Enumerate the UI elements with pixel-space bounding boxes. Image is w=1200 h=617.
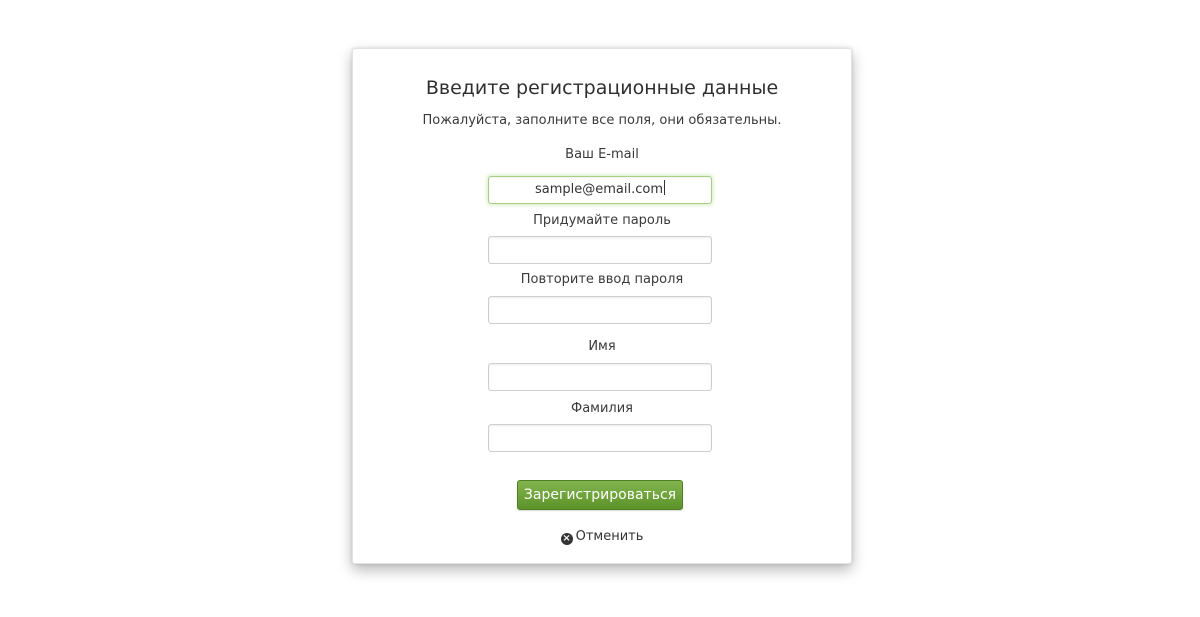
dialog-title: Введите регистрационные данные [425,77,779,99]
cancel-link[interactable]: × Отменить [353,528,851,546]
email-field[interactable] [488,176,712,204]
close-circle-icon: × [560,533,573,545]
dialog-subtitle: Пожалуйста, заполните все поля, они обяз… [422,113,782,128]
last-name-field[interactable] [488,424,712,452]
repeat-password-label: Повторите ввод пароля [520,272,684,287]
registration-dialog: Введите регистрационные данные Пожалуйст… [352,48,852,564]
repeat-password-field[interactable] [488,296,712,324]
last-name-label: Фамилия [571,401,633,416]
cancel-label: Отменить [575,529,644,544]
first-name-label: Имя [588,339,616,354]
register-button[interactable]: Зарегистрироваться [517,480,683,510]
password-field[interactable] [488,236,712,264]
first-name-field[interactable] [488,363,712,391]
password-label: Придумайте пароль [533,213,671,228]
email-label: Ваш E-mail [565,147,639,162]
